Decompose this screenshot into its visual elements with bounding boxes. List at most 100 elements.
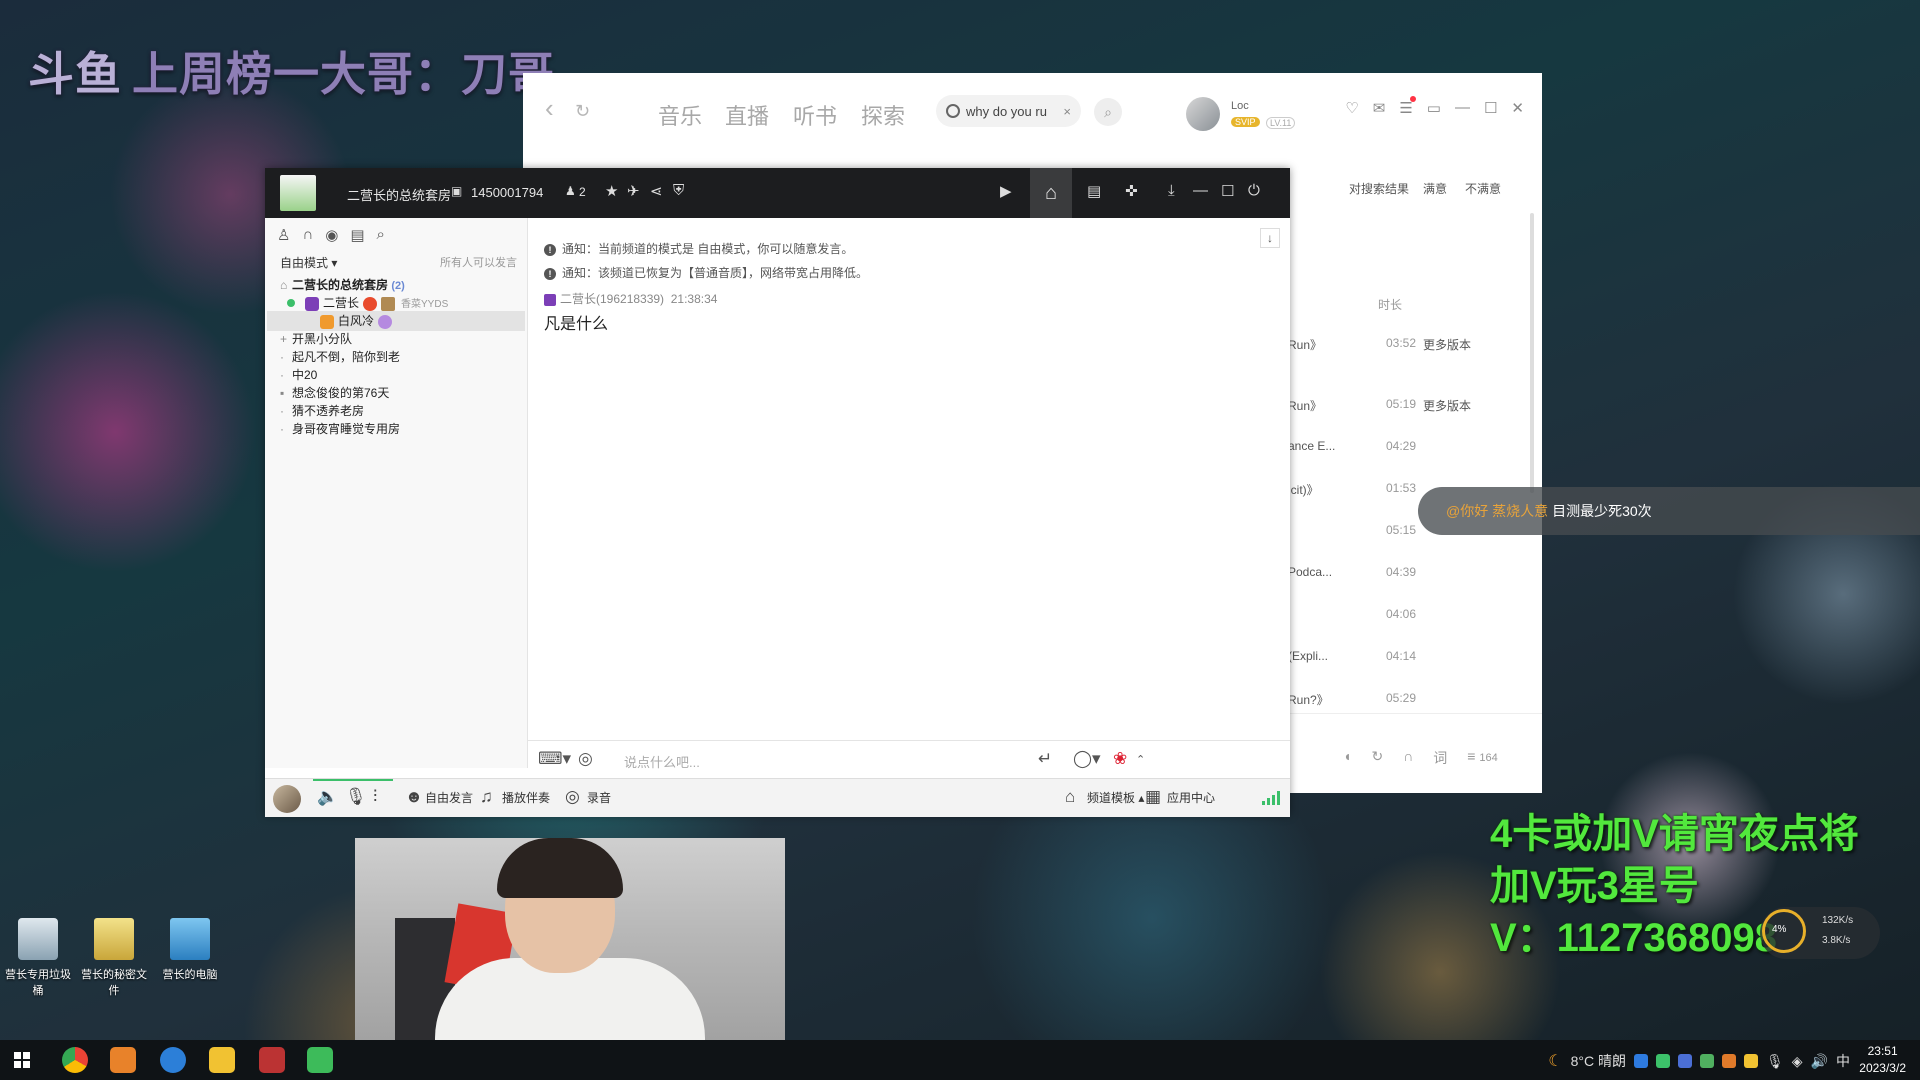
loop-icon[interactable]: ↻: [1371, 748, 1383, 768]
maximize-icon[interactable]: ☐: [1484, 99, 1497, 117]
member-row[interactable]: 白风冷: [320, 312, 393, 329]
ime-indicator[interactable]: 中: [1836, 1051, 1850, 1071]
headset-icon[interactable]: ∩: [302, 226, 313, 244]
play-accompany-button[interactable]: 播放伴奏: [502, 789, 550, 806]
song-row[interactable]: (Expli... 04:14: [1288, 649, 1518, 669]
sub-channel[interactable]: ▪ 想念俊俊的第76天: [280, 384, 389, 401]
avatar[interactable]: [1186, 97, 1220, 131]
channel-main[interactable]: ⌂ 二营长的总统套房 (2): [280, 276, 405, 293]
scrollbar[interactable]: [1530, 213, 1534, 493]
voice-search-icon[interactable]: ⌕: [1094, 98, 1122, 126]
power-icon[interactable]: ⏻: [1248, 182, 1260, 199]
windows-start-icon[interactable]: [14, 1052, 30, 1068]
weather-text[interactable]: 8°C 晴朗: [1571, 1051, 1626, 1071]
member-row[interactable]: 二营长 香菜YYDS: [305, 294, 448, 311]
collapse-icon[interactable]: ⌃: [1136, 753, 1145, 766]
lyrics-icon[interactable]: 词: [1433, 748, 1447, 768]
song-row[interactable]: ance E... 04:29: [1288, 439, 1518, 459]
download-icon[interactable]: ⤓: [1168, 182, 1175, 199]
more-versions[interactable]: 更多版本: [1423, 336, 1471, 353]
song-row[interactable]: Run》 03:52 更多版本: [1288, 336, 1518, 356]
volume-icon[interactable]: 🔊: [1811, 1053, 1828, 1070]
headphone-icon[interactable]: ∩: [1403, 748, 1413, 768]
song-row[interactable]: Podca... 04:39: [1288, 565, 1518, 585]
notes-icon[interactable]: ▤: [350, 226, 364, 244]
sub-channel[interactable]: · 起凡不倒，陪你到老: [280, 348, 400, 365]
mail-icon[interactable]: ✉: [1373, 99, 1386, 117]
mini-mode-icon[interactable]: ▭: [1427, 99, 1441, 117]
mode-select[interactable]: 自由模式 ▾: [280, 254, 337, 271]
flower-icon[interactable]: ❀: [1113, 749, 1127, 769]
plane-icon[interactable]: ✈: [627, 182, 640, 200]
location-icon[interactable]: ◉: [325, 226, 338, 244]
desktop-icon-computer[interactable]: 营长的电脑: [152, 918, 228, 982]
speaker-icon[interactable]: 🔈: [317, 787, 338, 807]
clock[interactable]: 23:51 2023/3/2: [1859, 1043, 1906, 1077]
back-icon[interactable]: ‹: [545, 93, 554, 124]
tray-app-icon[interactable]: [1722, 1054, 1736, 1068]
refresh-icon[interactable]: ↻: [575, 101, 590, 122]
sub-channel[interactable]: · 中20: [280, 366, 317, 383]
clear-icon[interactable]: ×: [1063, 104, 1071, 119]
song-row[interactable]: Run?》 05:29: [1288, 691, 1518, 711]
share-icon[interactable]: ⋖: [650, 182, 663, 200]
channel-template-button[interactable]: 频道模板 ▴: [1087, 789, 1144, 806]
owl-app-icon[interactable]: [209, 1047, 235, 1073]
minimize-icon[interactable]: —: [1193, 182, 1208, 199]
feedback-satisfied[interactable]: 满意: [1423, 180, 1447, 197]
chrome-icon[interactable]: [62, 1047, 88, 1073]
tray-app-icon[interactable]: [1700, 1054, 1714, 1068]
video-icon[interactable]: ▶: [1000, 182, 1012, 200]
network-icon[interactable]: ◈: [1792, 1053, 1803, 1070]
tray-app-icon[interactable]: [1744, 1054, 1758, 1068]
mic-icon[interactable]: 🎙: [345, 787, 367, 807]
maximize-icon[interactable]: ☐: [1221, 182, 1234, 200]
record-button[interactable]: 录音: [587, 789, 611, 806]
user-icon[interactable]: ♙: [277, 226, 290, 244]
gamepad-icon[interactable]: ✜: [1125, 182, 1138, 200]
app-icon[interactable]: [307, 1047, 333, 1073]
search-icon[interactable]: ⌕: [377, 226, 385, 244]
tray-app-icon[interactable]: [1656, 1054, 1670, 1068]
more-versions[interactable]: 更多版本: [1423, 397, 1471, 414]
minimize-icon[interactable]: —: [1455, 99, 1470, 117]
playlist-icon[interactable]: ≡ 164: [1467, 748, 1497, 768]
desktop-icon-recycle-bin[interactable]: 营长专用垃圾桶: [0, 918, 76, 998]
song-row[interactable]: Run》 05:19 更多版本: [1288, 397, 1518, 417]
scroll-bottom-icon[interactable]: ↓: [1260, 228, 1280, 248]
sub-channel[interactable]: + 开黑小分队: [280, 330, 352, 347]
mic-icon[interactable]: 🎙: [1766, 1053, 1784, 1070]
song-row[interactable]: 04:06: [1288, 607, 1518, 627]
app-center-button[interactable]: 应用中心: [1167, 789, 1215, 806]
avatar[interactable]: [273, 785, 301, 813]
free-speak-button[interactable]: 自由发言: [425, 789, 473, 806]
close-icon[interactable]: ✕: [1511, 99, 1524, 117]
tab-live[interactable]: 直播: [725, 99, 769, 131]
app-icon[interactable]: [110, 1047, 136, 1073]
message-sender[interactable]: 二营长(196218339): [560, 292, 664, 306]
shield-icon[interactable]: ⛨: [673, 182, 684, 199]
translate-icon[interactable]: ◎: [578, 749, 593, 769]
send-icon[interactable]: ↵: [1038, 749, 1052, 769]
home-icon[interactable]: ⌂: [1030, 168, 1072, 218]
equalizer-icon[interactable]: ⫶: [373, 787, 377, 807]
feedback-unsatisfied[interactable]: 不满意: [1465, 180, 1501, 197]
tab-music[interactable]: 音乐: [658, 99, 702, 131]
user-name[interactable]: Loc: [1231, 100, 1249, 112]
app-icon[interactable]: [259, 1047, 285, 1073]
sub-channel[interactable]: · 身哥夜宵睡觉专用房: [280, 420, 400, 437]
list-icon[interactable]: ▤: [1087, 182, 1101, 200]
search-input[interactable]: why do you ru ×: [936, 95, 1081, 127]
kugou-icon[interactable]: [160, 1047, 186, 1073]
tab-explore[interactable]: 探索: [861, 99, 905, 131]
menu-icon[interactable]: ☰: [1399, 96, 1416, 117]
desktop-icon-secret-file[interactable]: 营长的秘密文件: [76, 918, 152, 998]
shield-icon[interactable]: [1678, 1054, 1692, 1068]
chat-input[interactable]: 说点什么吧...: [624, 752, 700, 771]
tab-audiobook[interactable]: 听书: [793, 99, 837, 131]
star-icon[interactable]: ★: [605, 182, 618, 200]
game-emoji-icon[interactable]: ⌨▾: [538, 749, 571, 769]
tray-app-icon[interactable]: [1634, 1054, 1648, 1068]
volume-icon[interactable]: ◖: [1343, 748, 1351, 768]
bubble-icon[interactable]: ◯▾: [1073, 749, 1101, 769]
